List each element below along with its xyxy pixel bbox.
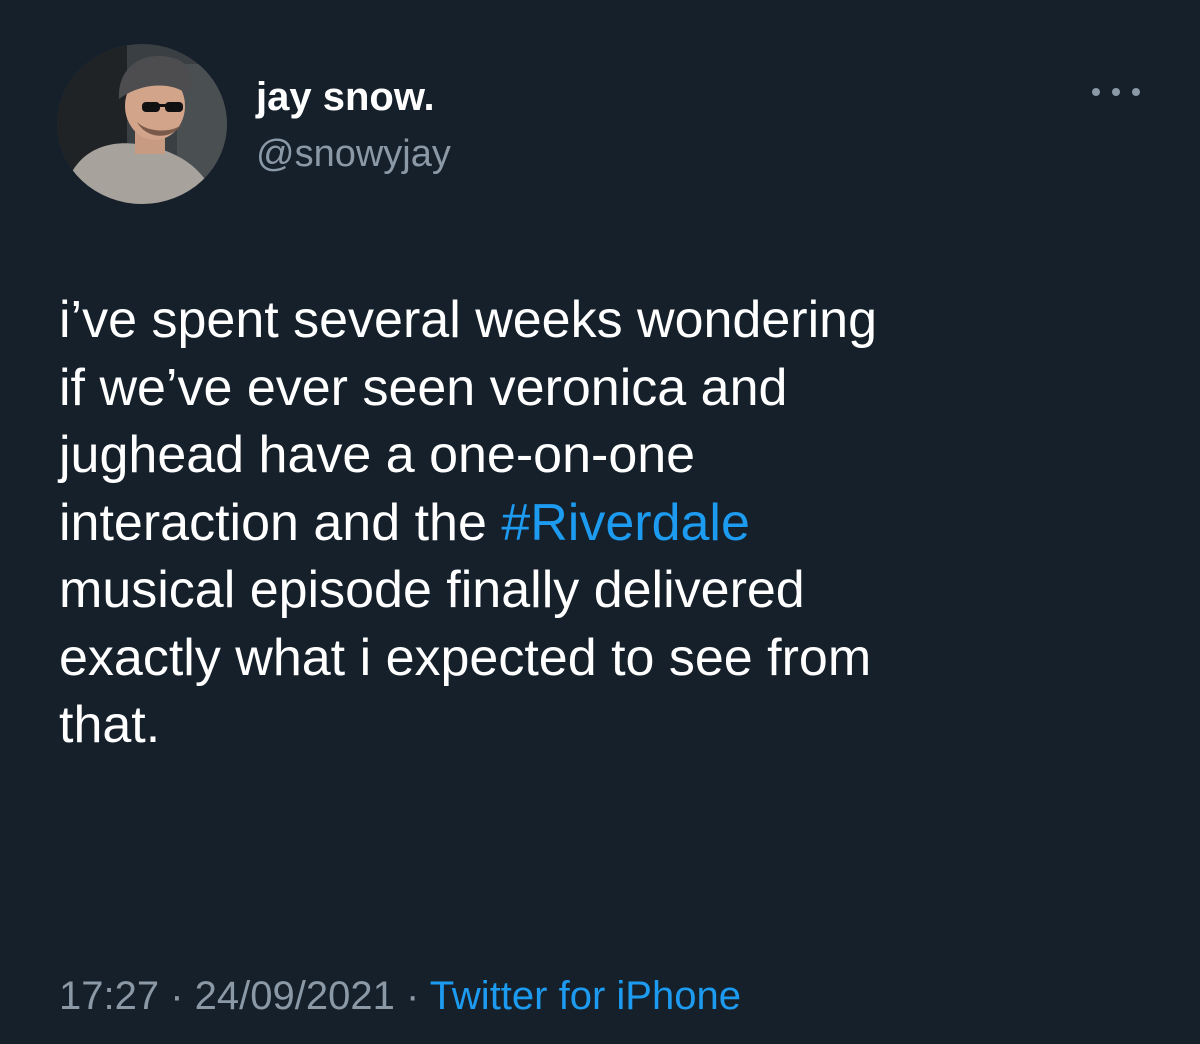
dot: [1092, 88, 1100, 96]
user-handle[interactable]: @snowyjay: [256, 131, 451, 177]
tweet-line-with-hashtag: interaction and the #Riverdale: [59, 490, 1159, 558]
dot: [1112, 88, 1120, 96]
display-name[interactable]: jay snow.: [256, 73, 435, 121]
tweet-line: exactly what i expected to see from: [59, 628, 872, 687]
tweet-meta: 17:27 · 24/09/2021 · Twitter for iPhone: [59, 968, 741, 1024]
tweet-date[interactable]: 24/09/2021: [195, 974, 395, 1018]
dot: [1132, 88, 1140, 96]
tweet-line-text: interaction and the: [59, 493, 502, 552]
tweet-line: musical episode finally delivered: [59, 561, 805, 619]
hashtag-link[interactable]: #Riverdale: [501, 494, 750, 552]
meta-separator: ·: [159, 974, 195, 1018]
more-options-icon[interactable]: [1092, 79, 1140, 105]
tweet-line: that.: [59, 696, 161, 754]
avatar-photo: [57, 44, 227, 204]
meta-separator: ·: [394, 974, 430, 1018]
avatar[interactable]: [57, 44, 227, 204]
tweet-line: jughead have a one-on-one: [59, 426, 696, 484]
tweet-card: jay snow. @snowyjay i’ve spent several w…: [0, 0, 1200, 1044]
tweet-line: i’ve spent several weeks wondering: [59, 291, 877, 349]
tweet-text: i’ve spent several weeks wondering if we…: [59, 287, 1159, 760]
tweet-source-link[interactable]: Twitter for iPhone: [430, 974, 741, 1018]
tweet-line: if we’ve ever seen veronica and: [59, 358, 788, 417]
tweet-time[interactable]: 17:27: [59, 974, 159, 1018]
